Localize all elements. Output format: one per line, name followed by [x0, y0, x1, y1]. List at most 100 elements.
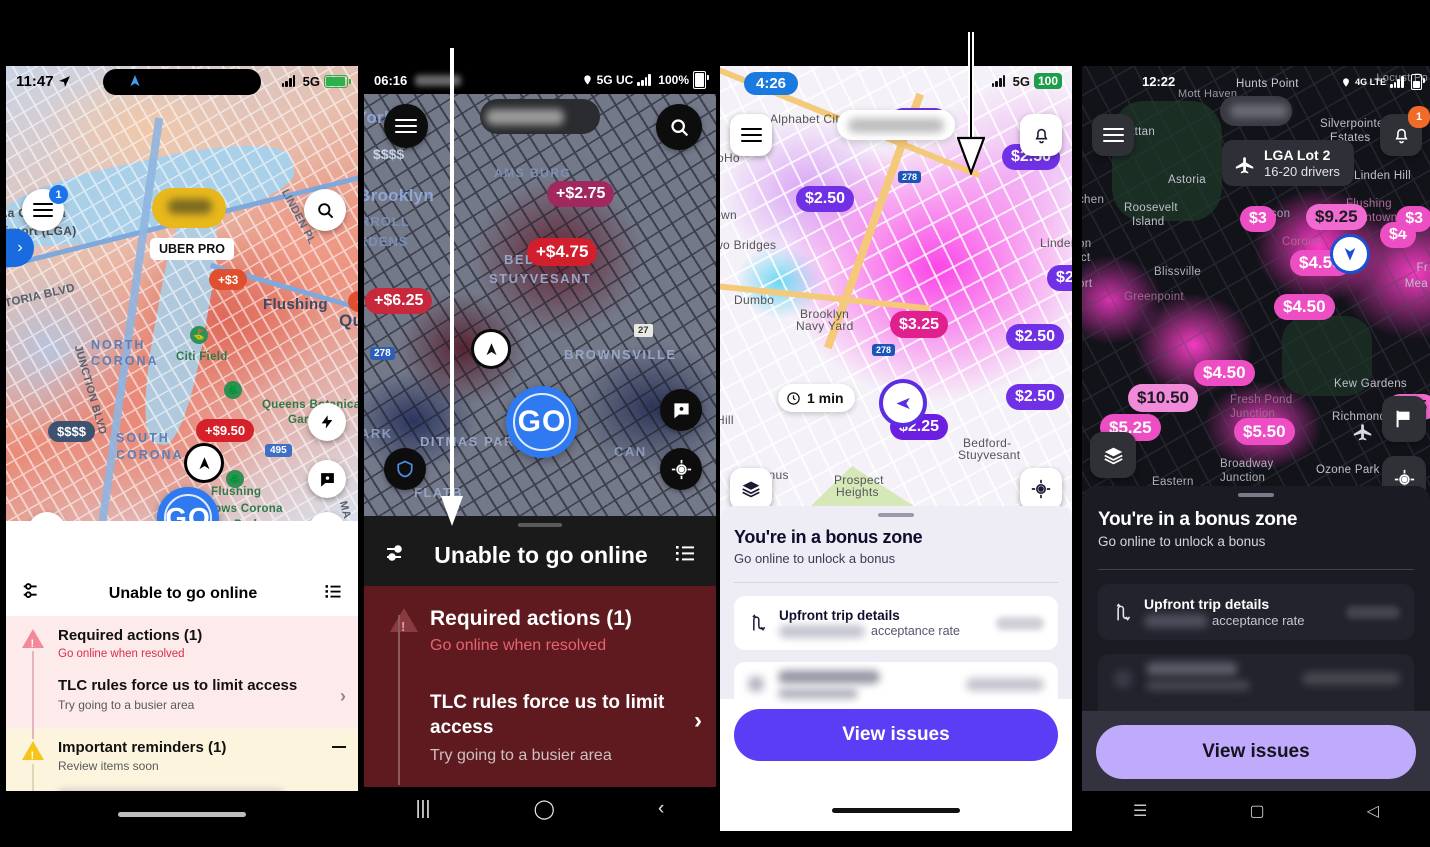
android-nav-bar-2: ||| ◯ ‹ — [364, 787, 716, 831]
boost-button[interactable] — [308, 403, 346, 441]
map-canvas-2[interactable]: 06:16 5G UC 100% York Brooklyn RROLL RDE… — [364, 66, 716, 521]
map-label: Ozone Park — [1316, 464, 1380, 476]
recents-icon[interactable]: ||| — [416, 798, 431, 820]
safety-button[interactable] — [384, 448, 426, 490]
surge-pill[interactable]: +$4.75 — [527, 238, 598, 266]
surge-pill[interactable]: $4.50 — [1194, 360, 1255, 386]
view-issues-button[interactable]: View issues — [734, 709, 1058, 761]
surge-pill[interactable]: $2.50 — [1006, 324, 1065, 350]
layers-button[interactable] — [730, 468, 772, 510]
search-button[interactable] — [656, 104, 702, 150]
status-bar-2: 06:16 5G UC 100% — [364, 66, 716, 94]
map-label: Blissville — [1154, 266, 1202, 278]
bonus-card[interactable]: Upfront trip details acceptance rate — [1098, 584, 1414, 640]
required-action-item[interactable]: TLC rules force us to limit access Try g… — [6, 650, 358, 739]
filters-button[interactable] — [20, 580, 44, 607]
map-label: Brooklyn — [364, 186, 435, 205]
callout-title: LGA Lot 2 — [1264, 147, 1331, 163]
map-label: RROLL — [364, 214, 410, 229]
surge-pill[interactable]: $3 — [1240, 206, 1276, 232]
blurred-value — [1346, 605, 1400, 619]
filters-button[interactable] — [382, 541, 410, 570]
map-canvas-1[interactable]: 11:47 5G UBER PRO La Guardia Airport (LG… — [6, 66, 358, 521]
surge-pill[interactable]: $2.5 — [1047, 265, 1072, 291]
surge-pill[interactable]: $2.50 — [796, 186, 855, 212]
map-label: Alphabet City — [770, 112, 846, 126]
warning-triangle-icon: ! — [390, 608, 418, 634]
map-canvas-4[interactable]: 12:22 4G LTE LGA Lot 2 16-20 drivers Loc… — [1082, 66, 1430, 516]
flag-button[interactable] — [1382, 396, 1426, 442]
go-button[interactable]: GO — [506, 386, 578, 458]
surge-pill[interactable]: $$$$ — [48, 421, 95, 442]
surge-pill[interactable]: $3 — [1396, 206, 1430, 232]
blurred-text — [1146, 680, 1250, 691]
list-button[interactable] — [322, 581, 344, 606]
panel-3-bonus-light: 4:26 5G 100 loHo Alphabet City own wo Br… — [720, 66, 1072, 831]
map-canvas-3[interactable]: 4:26 5G 100 loHo Alphabet City own wo Br… — [720, 66, 1072, 516]
home-indicator — [832, 808, 960, 813]
minus-icon[interactable] — [332, 745, 346, 749]
list-icon — [325, 585, 341, 598]
surge-pill[interactable]: $10.50 — [1128, 384, 1198, 412]
airport-callout[interactable]: LGA Lot 2 16-20 drivers — [1222, 140, 1354, 186]
menu-button[interactable] — [730, 114, 772, 156]
notifications-button[interactable]: 1 — [1380, 106, 1430, 156]
route-icon — [1116, 602, 1131, 621]
driver-puck — [471, 329, 511, 369]
recents-icon[interactable]: ☰ — [1133, 801, 1147, 821]
menu-button[interactable] — [1092, 114, 1134, 156]
surge-pill[interactable]: $2.50 — [1006, 384, 1065, 410]
sliders-icon — [387, 545, 402, 561]
item-title: TLC rules force us to limit access — [430, 692, 665, 738]
blurred-value — [168, 199, 212, 214]
notifications-button[interactable] — [1020, 114, 1062, 156]
bottom-sheet-1: Unable to go online ! Required actions (… — [6, 571, 358, 831]
surge-pill[interactable]: $5.50 — [1234, 418, 1295, 445]
search-button[interactable] — [304, 189, 346, 231]
bottom-sheet-3: You're in a bonus zone Go online to unlo… — [720, 506, 1072, 831]
menu-button[interactable] — [384, 104, 428, 148]
list-button[interactable] — [672, 541, 698, 570]
view-issues-button[interactable]: View issues — [1096, 725, 1416, 779]
required-actions-title: Required actions (1) — [430, 607, 632, 630]
layers-button[interactable] — [1090, 432, 1136, 478]
locate-button[interactable] — [1020, 468, 1062, 510]
surge-pill[interactable]: $4.50 — [1274, 294, 1335, 320]
locate-icon — [671, 459, 691, 479]
item-title: TLC rules force us to limit access — [58, 676, 298, 694]
home-icon[interactable]: ▢ — [1249, 801, 1264, 821]
android-nav-bar-4: ☰ ▢ ◁ — [1082, 791, 1430, 831]
search-icon — [317, 202, 333, 218]
messages-button[interactable] — [660, 389, 702, 431]
sheet-grabber[interactable] — [518, 523, 562, 527]
home-icon[interactable]: ◯ — [534, 798, 555, 821]
message-icon — [320, 472, 334, 487]
back-icon[interactable]: ◁ — [1367, 801, 1379, 821]
surge-pill[interactable]: +$2.75 — [547, 181, 615, 207]
poi-icon: ⛳ — [190, 326, 208, 344]
map-label: Greenpoint — [1124, 291, 1184, 303]
surge-pill[interactable]: $9.25 — [1306, 204, 1367, 230]
airplane-icon — [1235, 157, 1254, 174]
required-actions-header: ! Required actions (1) Go online when re… — [364, 586, 716, 665]
sheet-grabber[interactable] — [878, 513, 914, 517]
clock-icon — [787, 391, 800, 405]
sheet-grabber[interactable] — [1238, 493, 1274, 497]
surge-pill[interactable]: $3.25 — [890, 311, 949, 338]
messages-button[interactable] — [308, 460, 346, 498]
required-action-item[interactable]: TLC rules force us to limit access Try g… — [364, 615, 716, 786]
bonus-card[interactable]: Upfront trip details acceptance rate — [734, 596, 1058, 650]
blurred-value — [1144, 614, 1208, 628]
surge-pill[interactable]: +$6.25 — [365, 288, 433, 314]
surge-pill[interactable]: +$3 — [209, 269, 248, 290]
back-icon[interactable]: ‹ — [658, 798, 664, 820]
clock-chip: 4:26 — [744, 72, 799, 95]
blurred-value — [486, 109, 564, 125]
locate-button[interactable] — [660, 448, 702, 490]
blurred-icon — [748, 676, 764, 692]
divider — [1098, 569, 1414, 570]
surge-pill[interactable]: +$9.50 — [196, 419, 255, 442]
menu-button[interactable]: 1 — [22, 185, 68, 231]
network-label: 5G UC — [596, 73, 634, 87]
bonus-cards-4: Upfront trip details acceptance rate — [1082, 584, 1430, 726]
